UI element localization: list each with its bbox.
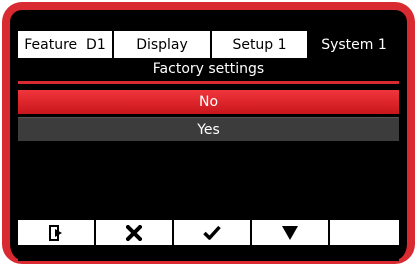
tab-bar: Feature D1 Display Setup 1 System 1 bbox=[18, 31, 399, 58]
cancel-x-icon bbox=[126, 224, 142, 241]
tab-system-1[interactable]: System 1 bbox=[309, 31, 399, 58]
option-label: Yes bbox=[197, 121, 220, 138]
tab-display[interactable]: Display bbox=[114, 31, 212, 58]
tab-setup-1[interactable]: Setup 1 bbox=[212, 31, 309, 58]
exit-icon bbox=[49, 224, 63, 241]
tab-feature-d1[interactable]: Feature D1 bbox=[18, 31, 114, 58]
option-no[interactable]: No bbox=[18, 90, 399, 114]
confirm-check-icon bbox=[203, 225, 221, 240]
device-frame: Feature D1 Display Setup 1 System 1 Fact… bbox=[0, 0, 417, 266]
down-triangle-icon bbox=[282, 225, 298, 240]
option-label: No bbox=[198, 94, 219, 110]
softkey-confirm[interactable] bbox=[174, 220, 252, 245]
tab-label: System 1 bbox=[321, 36, 387, 53]
softkey-bar bbox=[18, 220, 399, 245]
tab-label: Setup 1 bbox=[232, 36, 287, 53]
menu-title: Factory settings bbox=[152, 61, 265, 77]
option-yes[interactable]: Yes bbox=[18, 117, 399, 141]
title-divider bbox=[18, 81, 399, 84]
softkey-cancel[interactable] bbox=[96, 220, 174, 245]
tab-label: Feature D1 bbox=[24, 36, 106, 53]
softkey-blank[interactable] bbox=[330, 220, 399, 245]
softkey-exit[interactable] bbox=[18, 220, 96, 245]
tab-label: Display bbox=[136, 36, 188, 53]
softkey-down[interactable] bbox=[252, 220, 330, 245]
display-screen: Feature D1 Display Setup 1 System 1 Fact… bbox=[18, 22, 399, 261]
